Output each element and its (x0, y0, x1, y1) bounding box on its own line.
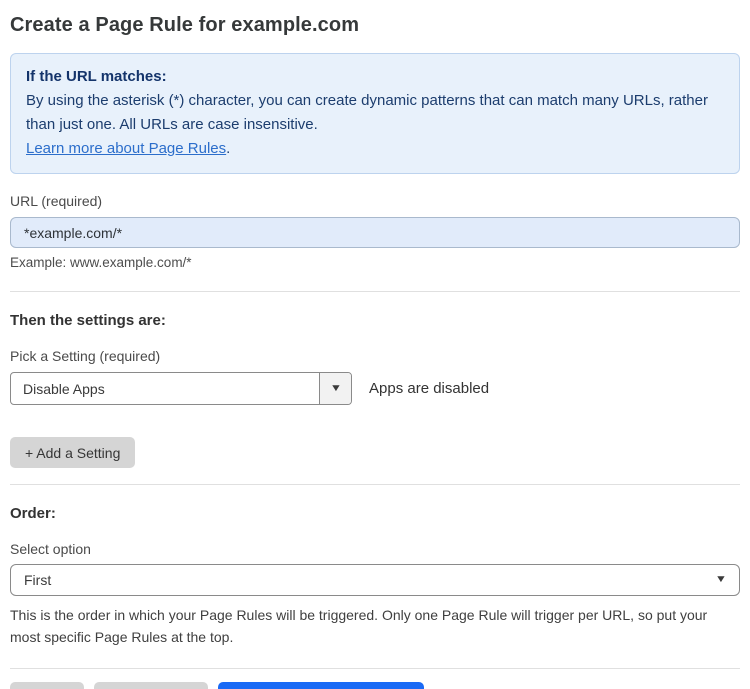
order-section-heading: Order: (10, 505, 56, 522)
setting-select-value: Disable Apps (23, 380, 105, 397)
info-box-link-line: Learn more about Page Rules. (26, 137, 724, 161)
learn-more-link[interactable]: Learn more about Page Rules (26, 140, 226, 157)
setting-select[interactable]: Disable Apps ▼ (10, 372, 352, 405)
settings-section-heading: Then the settings are: (10, 312, 166, 329)
page-title: Create a Page Rule for example.com (10, 14, 360, 36)
url-input[interactable] (10, 217, 740, 248)
url-field-label: URL (required) (10, 193, 103, 209)
order-helper-text: This is the order in which your Page Rul… (10, 607, 708, 645)
url-example-helper: Example: www.example.com/* (10, 255, 192, 270)
cancel-button[interactable]: Cancel (10, 682, 84, 689)
save-and-deploy-button[interactable]: Save and Deploy Page Rule (218, 682, 425, 689)
info-box-body: By using the asterisk (*) character, you… (26, 92, 708, 133)
section-divider (10, 484, 740, 485)
link-suffix: . (226, 140, 231, 157)
setting-select-arrow-button[interactable]: ▼ (319, 373, 351, 404)
create-page-rule-panel: Create a Page Rule for example.com If th… (0, 0, 750, 689)
chevron-down-icon: ▼ (714, 574, 728, 585)
url-match-info-box: If the URL matches: By using the asteris… (10, 53, 740, 174)
add-setting-button[interactable]: + Add a Setting (10, 437, 136, 468)
chevron-down-icon: ▼ (329, 382, 342, 394)
footer-button-row: Cancel Save as Draft Save and Deploy Pag… (10, 682, 740, 689)
order-select-value: First (24, 572, 52, 588)
footer-divider (10, 668, 740, 669)
order-select[interactable]: First ▼ (10, 564, 740, 596)
section-divider (10, 291, 740, 292)
order-select-label: Select option (10, 541, 91, 557)
setting-status-text: Apps are disabled (369, 380, 490, 397)
info-box-heading: If the URL matches: (26, 68, 167, 85)
pick-setting-label: Pick a Setting (required) (10, 348, 161, 364)
save-as-draft-button[interactable]: Save as Draft (93, 682, 209, 689)
setting-row: Disable Apps ▼ Apps are disabled (10, 372, 740, 405)
